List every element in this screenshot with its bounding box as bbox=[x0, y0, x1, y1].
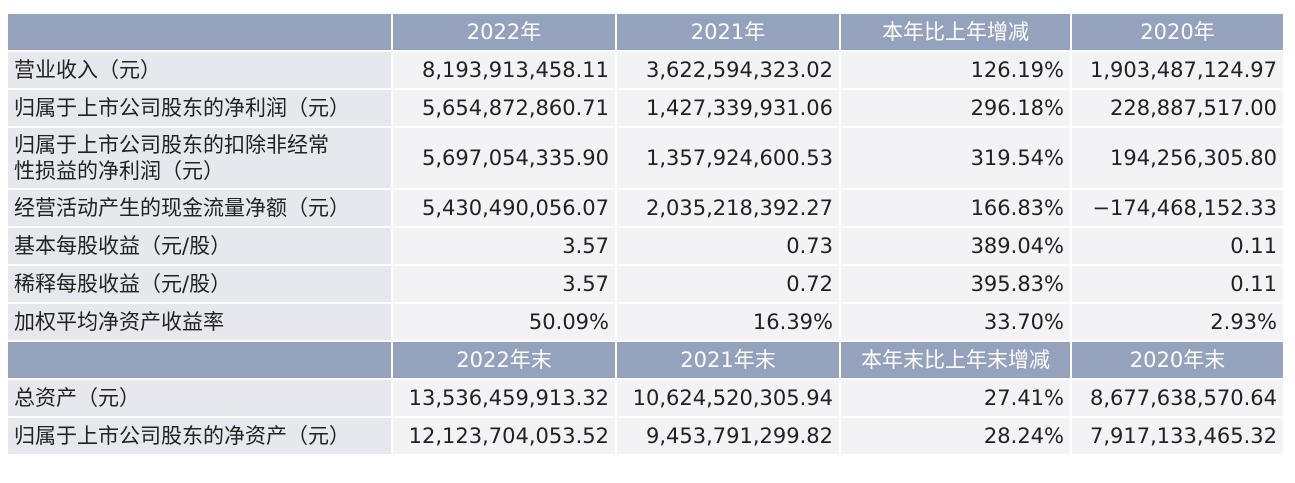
value-cell: −174,468,152.33 bbox=[1072, 190, 1283, 226]
row-label-line: 营业收入（元） bbox=[14, 58, 161, 82]
row-label: 归属于上市公司股东的净资产（元） bbox=[8, 418, 391, 454]
value-cell: 228,887,517.00 bbox=[1072, 90, 1283, 126]
table-row: 总资产（元） 13,536,459,913.32 10,624,520,305.94… bbox=[8, 380, 1283, 416]
row-label: 归属于上市公司股东的扣除非经常 性损益的净利润（元） bbox=[8, 128, 391, 188]
row-label-line: 总资产（元） bbox=[14, 386, 140, 410]
value-cell: 12,123,704,053.52 bbox=[393, 418, 615, 454]
value-cell: 5,430,490,056.07 bbox=[393, 190, 615, 226]
header-cell: 2021年 bbox=[617, 14, 839, 50]
value-cell: 3.57 bbox=[393, 228, 615, 264]
row-label: 加权平均净资产收益率 bbox=[8, 304, 391, 340]
value-cell: 7,917,133,465.32 bbox=[1072, 418, 1283, 454]
header-cell: 本年比上年增减 bbox=[841, 14, 1070, 50]
table-row: 归属于上市公司股东的净利润（元） 5,654,872,860.71 1,427,33… bbox=[8, 90, 1283, 126]
row-label: 经营活动产生的现金流量净额（元） bbox=[8, 190, 391, 226]
header-corner-cell bbox=[8, 342, 391, 378]
value-cell: 0.11 bbox=[1072, 266, 1283, 302]
row-label: 总资产（元） bbox=[8, 380, 391, 416]
header-cell: 2020年末 bbox=[1072, 342, 1283, 378]
table-row: 归属于上市公司股东的扣除非经常 性损益的净利润（元） 5,697,054,335.9… bbox=[8, 128, 1283, 188]
header-row: 2022年末 2021年末 本年末比上年末增减 2020年末 bbox=[8, 342, 1283, 378]
value-cell: 13,536,459,913.32 bbox=[393, 380, 615, 416]
header-corner-cell bbox=[8, 14, 391, 50]
table-row: 基本每股收益（元/股） 3.57 0.73 389.04% 0.11 bbox=[8, 228, 1283, 264]
row-label: 营业收入（元） bbox=[8, 52, 391, 88]
value-cell: 1,357,924,600.53 bbox=[617, 128, 839, 188]
value-cell: 5,697,054,335.90 bbox=[393, 128, 615, 188]
header-cell: 2022年末 bbox=[393, 342, 615, 378]
value-cell: 8,193,913,458.11 bbox=[393, 52, 615, 88]
row-label: 基本每股收益（元/股） bbox=[8, 228, 391, 264]
table-row: 营业收入（元） 8,193,913,458.11 3,622,594,323.02 1… bbox=[8, 52, 1283, 88]
value-cell: 50.09% bbox=[393, 304, 615, 340]
value-cell: 1,427,339,931.06 bbox=[617, 90, 839, 126]
value-cell: 2,035,218,392.27 bbox=[617, 190, 839, 226]
value-cell: 395.83% bbox=[841, 266, 1070, 302]
value-cell: 3,622,594,323.02 bbox=[617, 52, 839, 88]
value-cell: 3.57 bbox=[393, 266, 615, 302]
header-cell: 2021年末 bbox=[617, 342, 839, 378]
header-cell: 2022年 bbox=[393, 14, 615, 50]
row-label: 稀释每股收益（元/股） bbox=[8, 266, 391, 302]
table-row: 经营活动产生的现金流量净额（元） 5,430,490,056.07 2,035,21… bbox=[8, 190, 1283, 226]
value-cell: 5,654,872,860.71 bbox=[393, 90, 615, 126]
row-label-line: 基本每股收益（元/股） bbox=[14, 234, 232, 258]
financial-summary-table: 2022年 2021年 本年比上年增减 2020年营业收入（元） 8,193,913,4… bbox=[6, 12, 1285, 456]
row-label-line: 稀释每股收益（元/股） bbox=[14, 272, 232, 296]
value-cell: 194,256,305.80 bbox=[1072, 128, 1283, 188]
value-cell: 2.93% bbox=[1072, 304, 1283, 340]
row-label: 归属于上市公司股东的净利润（元） bbox=[8, 90, 391, 126]
row-label-line: 加权平均净资产收益率 bbox=[14, 310, 224, 334]
header-row: 2022年 2021年 本年比上年增减 2020年 bbox=[8, 14, 1283, 50]
value-cell: 28.24% bbox=[841, 418, 1070, 454]
header-cell: 2020年 bbox=[1072, 14, 1283, 50]
table-row: 稀释每股收益（元/股） 3.57 0.72 395.83% 0.11 bbox=[8, 266, 1283, 302]
value-cell: 296.18% bbox=[841, 90, 1070, 126]
row-label-line: 性损益的净利润（元） bbox=[14, 159, 224, 183]
value-cell: 9,453,791,299.82 bbox=[617, 418, 839, 454]
value-cell: 16.39% bbox=[617, 304, 839, 340]
value-cell: 33.70% bbox=[841, 304, 1070, 340]
value-cell: 0.73 bbox=[617, 228, 839, 264]
row-label-line: 经营活动产生的现金流量净额（元） bbox=[14, 196, 350, 220]
value-cell: 1,903,487,124.97 bbox=[1072, 52, 1283, 88]
value-cell: 27.41% bbox=[841, 380, 1070, 416]
table-row: 加权平均净资产收益率 50.09% 16.39% 33.70% 2.93% bbox=[8, 304, 1283, 340]
value-cell: 126.19% bbox=[841, 52, 1070, 88]
header-cell: 本年末比上年末增减 bbox=[841, 342, 1070, 378]
value-cell: 389.04% bbox=[841, 228, 1070, 264]
table-row: 归属于上市公司股东的净资产（元） 12,123,704,053.52 9,453,7… bbox=[8, 418, 1283, 454]
row-label-line: 归属于上市公司股东的扣除非经常 bbox=[14, 133, 329, 157]
value-cell: 8,677,638,570.64 bbox=[1072, 380, 1283, 416]
value-cell: 319.54% bbox=[841, 128, 1070, 188]
value-cell: 10,624,520,305.94 bbox=[617, 380, 839, 416]
value-cell: 0.11 bbox=[1072, 228, 1283, 264]
value-cell: 0.72 bbox=[617, 266, 839, 302]
value-cell: 166.83% bbox=[841, 190, 1070, 226]
row-label-line: 归属于上市公司股东的净利润（元） bbox=[14, 96, 350, 120]
row-label-line: 归属于上市公司股东的净资产（元） bbox=[14, 424, 350, 448]
